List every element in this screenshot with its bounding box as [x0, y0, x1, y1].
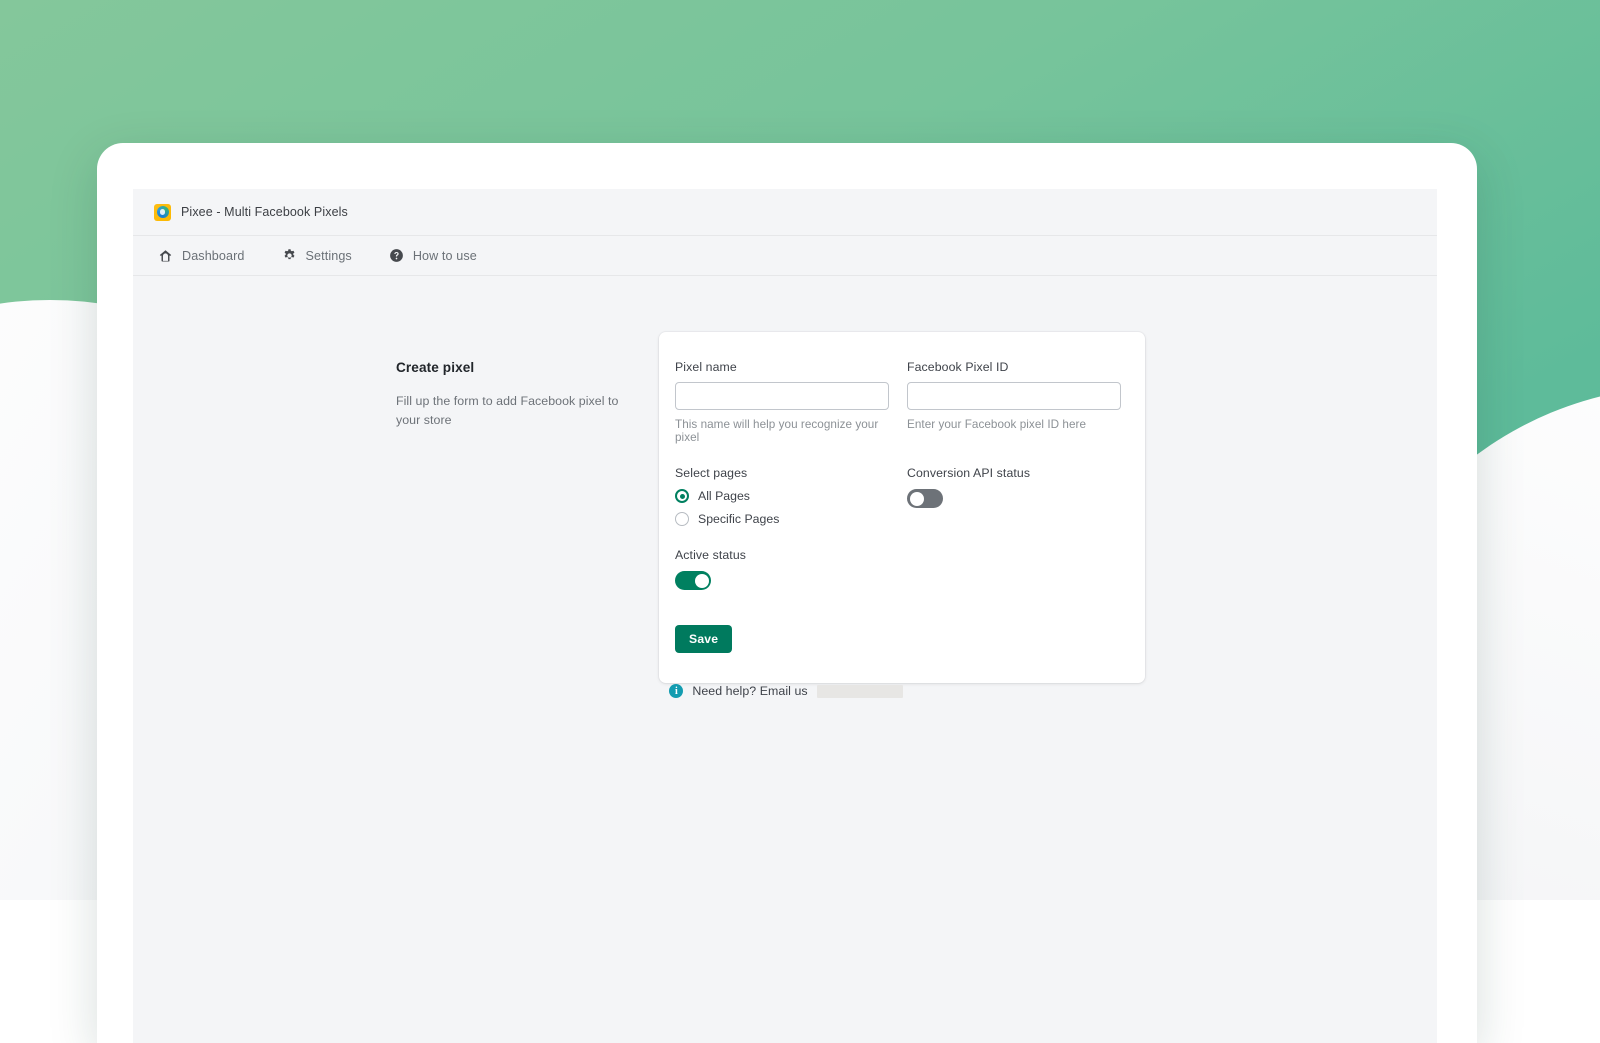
active-status-toggle[interactable] [675, 571, 711, 590]
pixee-logo-glyph [157, 206, 169, 218]
select-pages-label: Select pages [675, 466, 889, 480]
app-viewport: Pixee - Multi Facebook Pixels Dashboard … [133, 189, 1437, 1043]
facebook-pixel-id-help: Enter your Facebook pixel ID here [907, 418, 1121, 431]
facebook-pixel-id-field-group: Facebook Pixel ID Enter your Facebook pi… [907, 360, 1121, 444]
conversion-api-label: Conversion API status [907, 466, 1121, 480]
page-body: Create pixel Fill up the form to add Fac… [133, 276, 1437, 1042]
pages-and-capi-row: Select pages All Pages Specific Pages Ac [675, 466, 1121, 590]
conversion-api-group: Conversion API status [907, 466, 1121, 590]
nav-item-dashboard[interactable]: Dashboard [158, 248, 245, 263]
help-text: Need help? Email us [692, 684, 807, 698]
active-status-toggle-knob [695, 574, 709, 588]
gear-icon [282, 248, 297, 263]
facebook-pixel-id-input[interactable] [907, 382, 1121, 410]
pixel-name-field-group: Pixel name This name will help you recog… [675, 360, 889, 444]
radio-specific-pages-label: Specific Pages [698, 512, 779, 526]
section-intro: Create pixel Fill up the form to add Fac… [396, 332, 631, 430]
app-title: Pixee - Multi Facebook Pixels [181, 205, 348, 219]
nav-label-dashboard: Dashboard [182, 249, 245, 263]
name-and-id-row: Pixel name This name will help you recog… [675, 360, 1121, 444]
help-email-redacted[interactable] [817, 685, 903, 698]
nav-label-how-to-use: How to use [413, 249, 477, 263]
conversion-api-toggle-knob [910, 492, 924, 506]
section-description: Fill up the form to add Facebook pixel t… [396, 392, 631, 430]
page-title: Create pixel [396, 360, 631, 375]
nav-label-settings: Settings [306, 249, 352, 263]
save-button[interactable]: Save [675, 625, 732, 653]
browser-window: Pixee - Multi Facebook Pixels Dashboard … [97, 143, 1477, 1043]
select-pages-group: Select pages All Pages Specific Pages Ac [675, 466, 889, 590]
question-circle-icon [389, 248, 404, 263]
app-titlebar: Pixee - Multi Facebook Pixels [133, 189, 1437, 236]
create-pixel-section: Create pixel Fill up the form to add Fac… [396, 332, 1176, 683]
radio-specific-pages[interactable]: Specific Pages [675, 512, 889, 526]
pixee-app-icon [154, 204, 171, 221]
conversion-api-toggle[interactable] [907, 489, 943, 508]
radio-all-pages-mark [675, 489, 689, 503]
facebook-pixel-id-label: Facebook Pixel ID [907, 360, 1121, 374]
pixel-name-label: Pixel name [675, 360, 889, 374]
home-icon [158, 248, 173, 263]
nav-item-how-to-use[interactable]: How to use [389, 248, 477, 263]
active-status-label: Active status [675, 548, 889, 562]
app-nav: Dashboard Settings How to use [133, 236, 1437, 276]
info-icon: i [669, 684, 683, 698]
create-pixel-form-card: Pixel name This name will help you recog… [659, 332, 1145, 683]
pixel-name-help: This name will help you recognize your p… [675, 418, 889, 444]
pixel-name-input[interactable] [675, 382, 889, 410]
active-status-group: Active status [675, 548, 889, 590]
nav-item-settings[interactable]: Settings [282, 248, 352, 263]
radio-all-pages-label: All Pages [698, 489, 750, 503]
radio-all-pages[interactable]: All Pages [675, 489, 889, 503]
radio-specific-pages-mark [675, 512, 689, 526]
help-footer: i Need help? Email us [396, 684, 1176, 698]
